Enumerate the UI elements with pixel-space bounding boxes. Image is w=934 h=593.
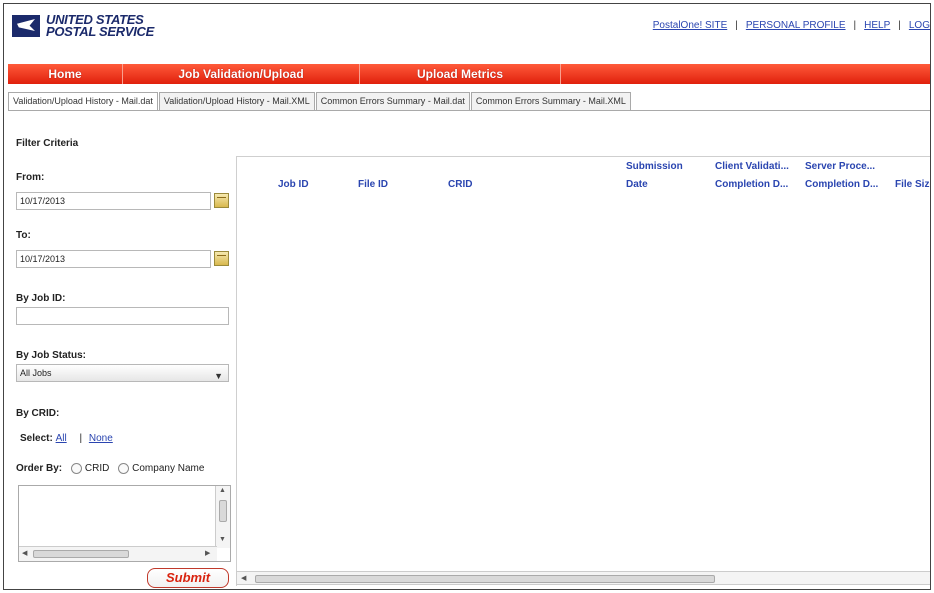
col-client-line2: Completion D... <box>715 179 789 190</box>
radio-crid-label: CRID <box>84 463 110 475</box>
scroll-down-icon[interactable]: ▼ <box>219 536 226 543</box>
order-by-label: Order By: <box>16 463 63 475</box>
select-row: Select: All | None <box>20 433 113 444</box>
job-status-label: By Job Status: <box>16 350 87 361</box>
nav-job-validation-upload[interactable]: Job Validation/Upload <box>123 64 360 84</box>
jobid-input[interactable] <box>16 307 229 325</box>
col-server-line2: Completion D... <box>805 179 879 190</box>
listbox-vertical-scrollbar[interactable]: ▲ ▼ <box>215 486 230 548</box>
scroll-left-icon[interactable]: ◀ <box>22 549 27 557</box>
job-status-select[interactable]: All Jobs ▼ <box>16 364 229 382</box>
from-date-input[interactable]: 10/17/2013 <box>16 192 211 210</box>
col-submission-line2: Date <box>626 179 648 190</box>
col-client-line1: Client Validati... <box>715 161 789 172</box>
scroll-right-icon[interactable]: ▶ <box>205 549 210 557</box>
header: UNITED STATES POSTAL SERVICE PostalOne! … <box>4 4 930 64</box>
main-nav: Home Job Validation/Upload Upload Metric… <box>8 64 930 84</box>
link-postalone-site[interactable]: PostalOne! SITE <box>653 20 727 31</box>
nav-upload-metrics[interactable]: Upload Metrics <box>360 64 561 84</box>
jobid-label: By Job ID: <box>16 293 66 304</box>
scroll-thumb[interactable] <box>219 500 227 522</box>
crid-listbox[interactable]: ▲ ▼ ◀ ▶ <box>18 485 231 562</box>
tab-history-maildat[interactable]: Validation/Upload History - Mail.dat <box>8 92 158 111</box>
eagle-icon <box>12 15 40 37</box>
submit-button[interactable]: Submit <box>147 568 229 588</box>
radio-company-label: Company Name <box>132 463 205 475</box>
select-none-link[interactable]: None <box>89 433 113 444</box>
tab-strip: Validation/Upload History - Mail.dat Val… <box>8 92 632 111</box>
link-personal-profile[interactable]: PERSONAL PROFILE <box>746 20 846 31</box>
order-by-row: Order By: CRID Company Name <box>16 463 204 474</box>
job-status-value: All Jobs <box>20 368 52 378</box>
results-grid: Job ID File ID CRID Submission Date Clie… <box>236 156 930 586</box>
listbox-horizontal-scrollbar[interactable]: ◀ ▶ <box>19 546 217 561</box>
link-help[interactable]: HELP <box>864 20 890 31</box>
top-links: PostalOne! SITE | PERSONAL PROFILE | HELP | LO… <box>652 20 930 31</box>
select-label: Select: <box>20 433 53 444</box>
usps-logo: UNITED STATES POSTAL SERVICE <box>12 13 155 39</box>
link-logout[interactable]: LOG <box>909 20 930 31</box>
nav-home[interactable]: Home <box>8 64 123 84</box>
col-file-size[interactable]: File Size <box>895 179 930 191</box>
scroll-thumb[interactable] <box>33 550 129 558</box>
calendar-icon[interactable] <box>214 193 229 208</box>
col-server-line1: Server Proce... <box>805 161 876 172</box>
radio-crid[interactable] <box>70 463 82 474</box>
app-window: UNITED STATES POSTAL SERVICE PostalOne! … <box>3 3 931 590</box>
col-crid[interactable]: CRID <box>448 179 472 191</box>
col-submission-date[interactable]: Submission Date <box>626 161 683 191</box>
calendar-icon[interactable] <box>214 251 229 266</box>
select-all-link[interactable]: All <box>56 433 67 444</box>
chevron-down-icon: ▼ <box>214 371 223 381</box>
scroll-left-icon[interactable]: ◀ <box>241 574 246 582</box>
col-client-validation[interactable]: Client Validati... Completion D... <box>715 161 789 191</box>
tab-history-mailxml[interactable]: Validation/Upload History - Mail.XML <box>158 92 315 110</box>
logo-line-2: POSTAL SERVICE <box>46 24 155 39</box>
col-job-id[interactable]: Job ID <box>278 179 309 191</box>
filter-title: Filter Criteria <box>16 138 79 149</box>
grid-horizontal-scrollbar[interactable]: ◀ <box>236 571 930 585</box>
select-separator: | <box>79 433 83 444</box>
scroll-up-icon[interactable]: ▲ <box>219 487 226 494</box>
col-server-processing[interactable]: Server Proce... Completion D... <box>805 161 878 191</box>
col-submission-line1: Submission <box>626 161 683 172</box>
col-file-id[interactable]: File ID <box>358 179 388 191</box>
to-label: To: <box>16 230 31 241</box>
tab-divider <box>8 110 930 111</box>
tab-errors-maildat[interactable]: Common Errors Summary - Mail.dat <box>315 92 470 110</box>
scroll-thumb[interactable] <box>255 575 715 583</box>
tab-errors-mailxml[interactable]: Common Errors Summary - Mail.XML <box>470 92 631 110</box>
crid-label: By CRID: <box>16 408 60 419</box>
radio-company-name[interactable] <box>118 463 130 474</box>
to-date-input[interactable]: 10/17/2013 <box>16 250 211 268</box>
from-label: From: <box>16 172 45 183</box>
